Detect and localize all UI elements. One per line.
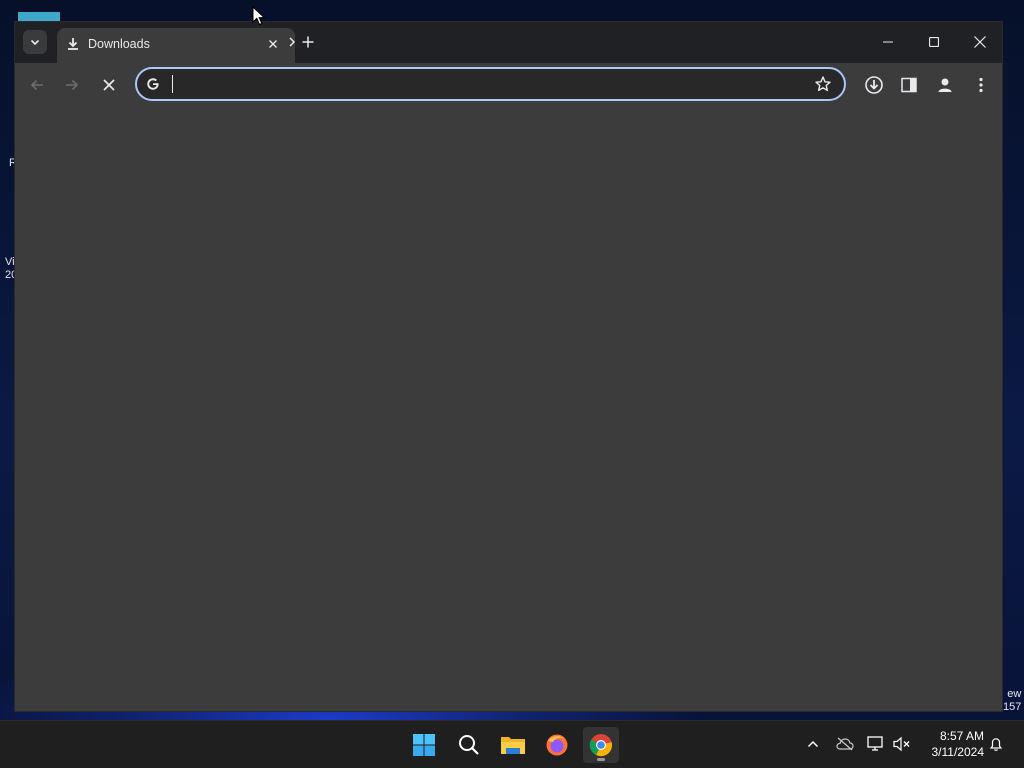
forward-button[interactable] [60,73,84,97]
onedrive-icon[interactable] [836,735,854,753]
chrome-window: Downloads [14,21,1003,712]
tab-search-button[interactable] [23,30,47,54]
page-content[interactable] [15,107,1002,711]
minimize-button[interactable] [865,30,911,54]
more-vert-icon [979,77,983,93]
star-icon[interactable] [814,75,832,93]
chevron-up-icon [807,740,819,748]
side-panel-icon [901,77,917,93]
system-clock[interactable]: 8:57 AM 3/11/2024 [918,728,985,760]
arrow-right-icon [66,79,79,91]
mouse-cursor-icon [252,6,266,26]
stop-loading-button[interactable] [97,73,121,97]
url-input[interactable] [171,74,775,96]
desktop-icon-label[interactable]: ew 157 [1003,688,1021,714]
profile-button[interactable] [933,73,957,97]
chevron-right-icon[interactable] [287,35,297,49]
arrow-left-icon [30,79,43,91]
download-icon [68,38,78,50]
monitor-icon [867,736,883,751]
tab-close-button[interactable] [265,36,281,52]
chrome-button[interactable] [583,727,619,763]
show-hidden-icons-button[interactable] [804,735,822,753]
text-caret [172,75,173,93]
search-button[interactable] [451,727,487,763]
chevron-down-icon [30,39,40,46]
profile-icon [938,78,952,92]
folder-icon [501,737,525,754]
download-circle-icon [865,76,883,94]
cloud-off-icon [836,737,854,751]
network-icon[interactable] [867,735,885,753]
chrome-icon [589,734,612,757]
title-bar[interactable]: Downloads [15,22,1002,63]
start-button[interactable] [406,727,442,763]
maximize-icon [929,37,939,47]
tab-downloads[interactable]: Downloads [57,28,295,63]
plus-icon [302,36,314,48]
search-icon [459,735,479,755]
menu-button[interactable] [969,73,993,97]
back-button[interactable] [25,73,49,97]
file-explorer-button[interactable] [495,727,531,763]
downloads-button[interactable] [862,73,886,97]
clock-time: 8:57 AM [939,729,984,743]
maximize-button[interactable] [911,30,957,54]
tab-title: Downloads [88,37,150,51]
active-indicator [597,758,605,761]
notifications-button[interactable] [987,735,1005,753]
desktop-icon[interactable] [18,12,60,21]
close-icon [269,40,277,48]
bell-icon [989,738,1003,751]
firefox-icon [546,734,568,756]
speaker-muted-icon [893,736,910,752]
close-window-button[interactable] [957,30,1003,54]
clock-date: 3/11/2024 [931,745,985,759]
close-icon [974,36,986,48]
address-bar[interactable] [135,67,846,101]
volume-icon[interactable] [893,735,911,753]
google-icon [147,78,159,90]
new-tab-button[interactable] [299,33,317,51]
minimize-icon [883,41,893,43]
taskbar: 8:57 AM 3/11/2024 [0,720,1024,768]
side-panel-button[interactable] [897,73,921,97]
toolbar [15,63,1002,107]
windows-icon [413,734,435,756]
firefox-button[interactable] [539,727,575,763]
close-icon [103,79,115,91]
